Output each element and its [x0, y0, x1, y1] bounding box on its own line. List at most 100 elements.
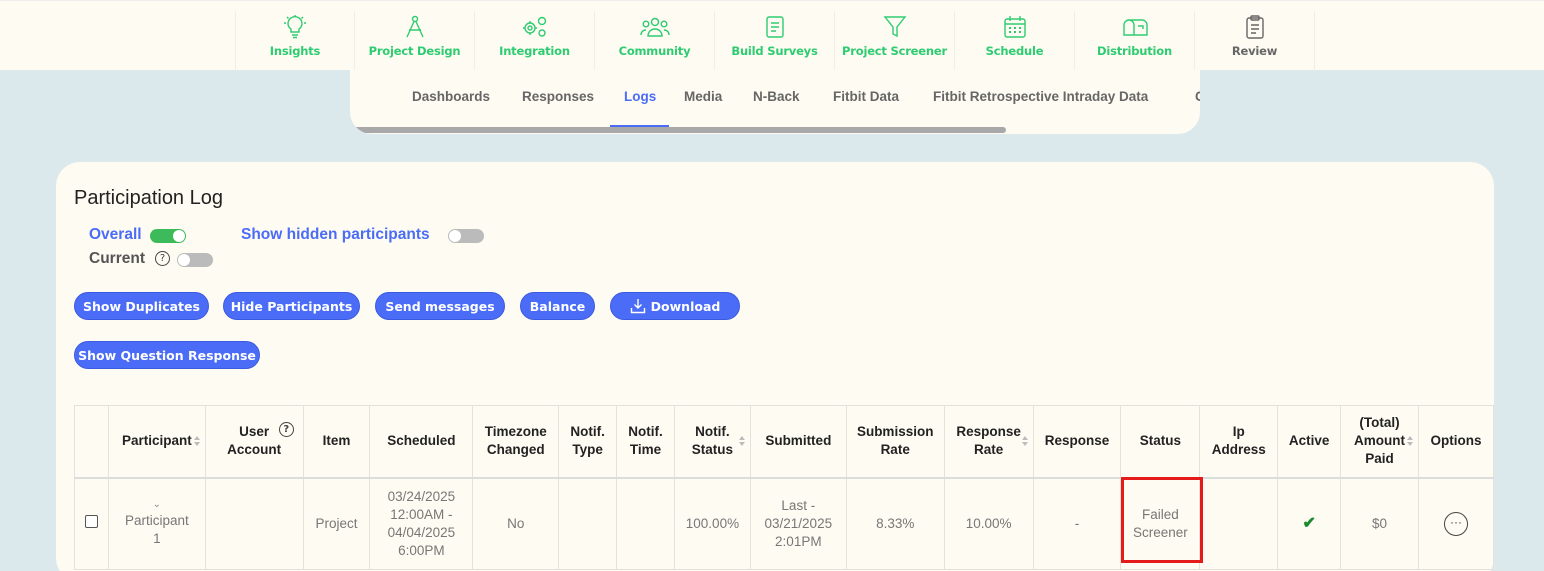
response-rate-cell: 10.00% — [943, 477, 1034, 570]
amount-paid-cell: $0 — [1340, 477, 1419, 570]
status-highlight-box — [1121, 477, 1203, 563]
header-response-rate[interactable]: Response Rate — [943, 405, 1034, 479]
header-item: Item — [302, 405, 371, 479]
document-icon — [765, 16, 784, 38]
compass-icon — [405, 15, 424, 38]
header-user-account: User Account? — [204, 405, 304, 479]
header-ip-address: Ip Address — [1199, 405, 1279, 479]
chevron-down-icon[interactable]: ⌄ — [109, 499, 205, 510]
nav-label: Schedule — [985, 44, 1044, 58]
nav-label: Distribution — [1097, 44, 1172, 58]
header-notif-time: Notif. Time — [616, 405, 675, 479]
nav-label: Project Screener — [842, 44, 947, 58]
send-messages-button[interactable]: Send messages — [375, 292, 505, 320]
header-timezone-changed: Timezone Changed — [472, 405, 560, 479]
nav-schedule[interactable]: Schedule — [955, 11, 1075, 71]
header-notif-status[interactable]: Notif. Status — [673, 405, 751, 479]
sort-icon[interactable] — [193, 436, 201, 448]
help-icon[interactable]: ? — [155, 251, 170, 266]
tab-logs[interactable]: Logs — [624, 89, 656, 104]
nav-label: Review — [1231, 44, 1278, 58]
participant-cell[interactable]: ⌄ Participant 1 — [107, 477, 206, 570]
response-cell: - — [1032, 477, 1122, 570]
show-question-response-button[interactable]: Show Question Response — [74, 341, 260, 369]
current-label: Current — [89, 250, 145, 267]
header-amount-paid[interactable]: (Total) Amount Paid — [1340, 405, 1419, 479]
results-tabs: Dashboards Responses Logs Media N-Back F… — [350, 70, 1200, 134]
top-navigation: Insights Project Design Integration Comm… — [0, 0, 1544, 71]
calendar-icon — [1003, 16, 1026, 38]
people-icon — [639, 17, 670, 37]
participation-log-card: Participation Log Overall Current ? Show… — [56, 162, 1495, 571]
header-options: Options — [1417, 405, 1495, 479]
nav-label: Integration — [499, 44, 570, 58]
lightbulb-icon — [284, 15, 306, 39]
overall-label: Overall — [89, 226, 142, 243]
timezone-changed-cell: No — [472, 477, 560, 570]
nav-project-design[interactable]: Project Design — [355, 11, 475, 71]
table-header-row: Participant User Account? Item Scheduled … — [74, 405, 1495, 479]
filter-icon — [883, 16, 906, 38]
nav-review[interactable]: Review — [1195, 11, 1315, 71]
show-hidden-toggle[interactable] — [448, 229, 484, 243]
notif-time-cell — [616, 477, 675, 570]
header-submission-rate: Submission Rate — [845, 405, 945, 479]
sort-icon[interactable] — [1021, 436, 1029, 448]
nav-distribution[interactable]: Distribution — [1075, 11, 1195, 71]
notif-status-cell: 100.00% — [673, 477, 751, 570]
sort-icon[interactable] — [738, 436, 746, 448]
header-status: Status — [1120, 405, 1201, 479]
header-scheduled: Scheduled — [369, 405, 474, 479]
item-cell: Project — [302, 477, 371, 570]
sort-icon[interactable] — [1406, 436, 1414, 448]
notif-type-cell — [558, 477, 618, 570]
row-checkbox[interactable] — [84, 514, 98, 528]
nav-label: Insights — [269, 44, 321, 58]
help-icon[interactable]: ? — [278, 422, 294, 437]
nav-label: Project Design — [368, 44, 461, 58]
gears-icon — [522, 16, 546, 37]
checkmark-icon: ✔ — [1302, 514, 1316, 532]
tab-fitbit-data[interactable]: Fitbit Data — [833, 89, 899, 104]
nav-integration[interactable]: Integration — [475, 11, 595, 71]
scheduled-cell: 03/24/2025 12:00AM -04/04/2025 6:00PM — [369, 477, 474, 570]
submission-rate-cell: 8.33% — [845, 477, 945, 570]
tab-fitbit-retrospective[interactable]: Fitbit Retrospective Intraday Data — [933, 89, 1148, 104]
header-active: Active — [1277, 405, 1342, 479]
ip-address-cell — [1199, 477, 1279, 570]
hide-participants-button[interactable]: Hide Participants — [223, 292, 360, 320]
tab-dashboards[interactable]: Dashboards — [412, 89, 490, 104]
tab-media[interactable]: Media — [684, 89, 722, 104]
participation-table: Participant User Account? Item Scheduled … — [74, 405, 1495, 570]
options-cell: ··· — [1417, 477, 1495, 570]
header-notif-type: Notif. Type — [558, 405, 618, 479]
header-response: Response — [1032, 405, 1122, 479]
tab-overflow[interactable]: C — [1195, 89, 1200, 104]
show-hidden-label: Show hidden participants — [241, 226, 430, 243]
current-toggle[interactable] — [177, 253, 213, 267]
user-account-cell — [204, 477, 304, 570]
show-duplicates-button[interactable]: Show Duplicates — [74, 292, 209, 320]
table-row: ⌄ Participant 1 Project 03/24/2025 12:00AM … — [74, 477, 1495, 570]
tab-n-back[interactable]: N-Back — [753, 89, 800, 104]
mailbox-icon — [1122, 19, 1148, 36]
active-cell: ✔ — [1277, 477, 1342, 570]
tab-responses[interactable]: Responses — [522, 89, 594, 104]
more-options-icon[interactable]: ··· — [1443, 511, 1468, 536]
nav-insights[interactable]: Insights — [235, 11, 355, 71]
download-button[interactable]: Download — [610, 292, 740, 320]
overall-toggle[interactable] — [150, 229, 186, 243]
select-column-header — [74, 405, 109, 479]
balance-button[interactable]: Balance — [520, 292, 595, 320]
row-select-cell — [74, 477, 109, 570]
nav-project-screener[interactable]: Project Screener — [835, 11, 955, 71]
header-participant[interactable]: Participant — [107, 405, 206, 479]
tabs-scrollbar[interactable] — [350, 127, 1006, 133]
clipboard-icon — [1245, 15, 1264, 39]
nav-label: Community — [618, 44, 691, 58]
nav-label: Build Surveys — [731, 44, 818, 58]
nav-community[interactable]: Community — [595, 11, 715, 71]
nav-build-surveys[interactable]: Build Surveys — [715, 11, 835, 71]
page-title: Participation Log — [74, 187, 223, 209]
download-label: Download — [650, 299, 721, 314]
